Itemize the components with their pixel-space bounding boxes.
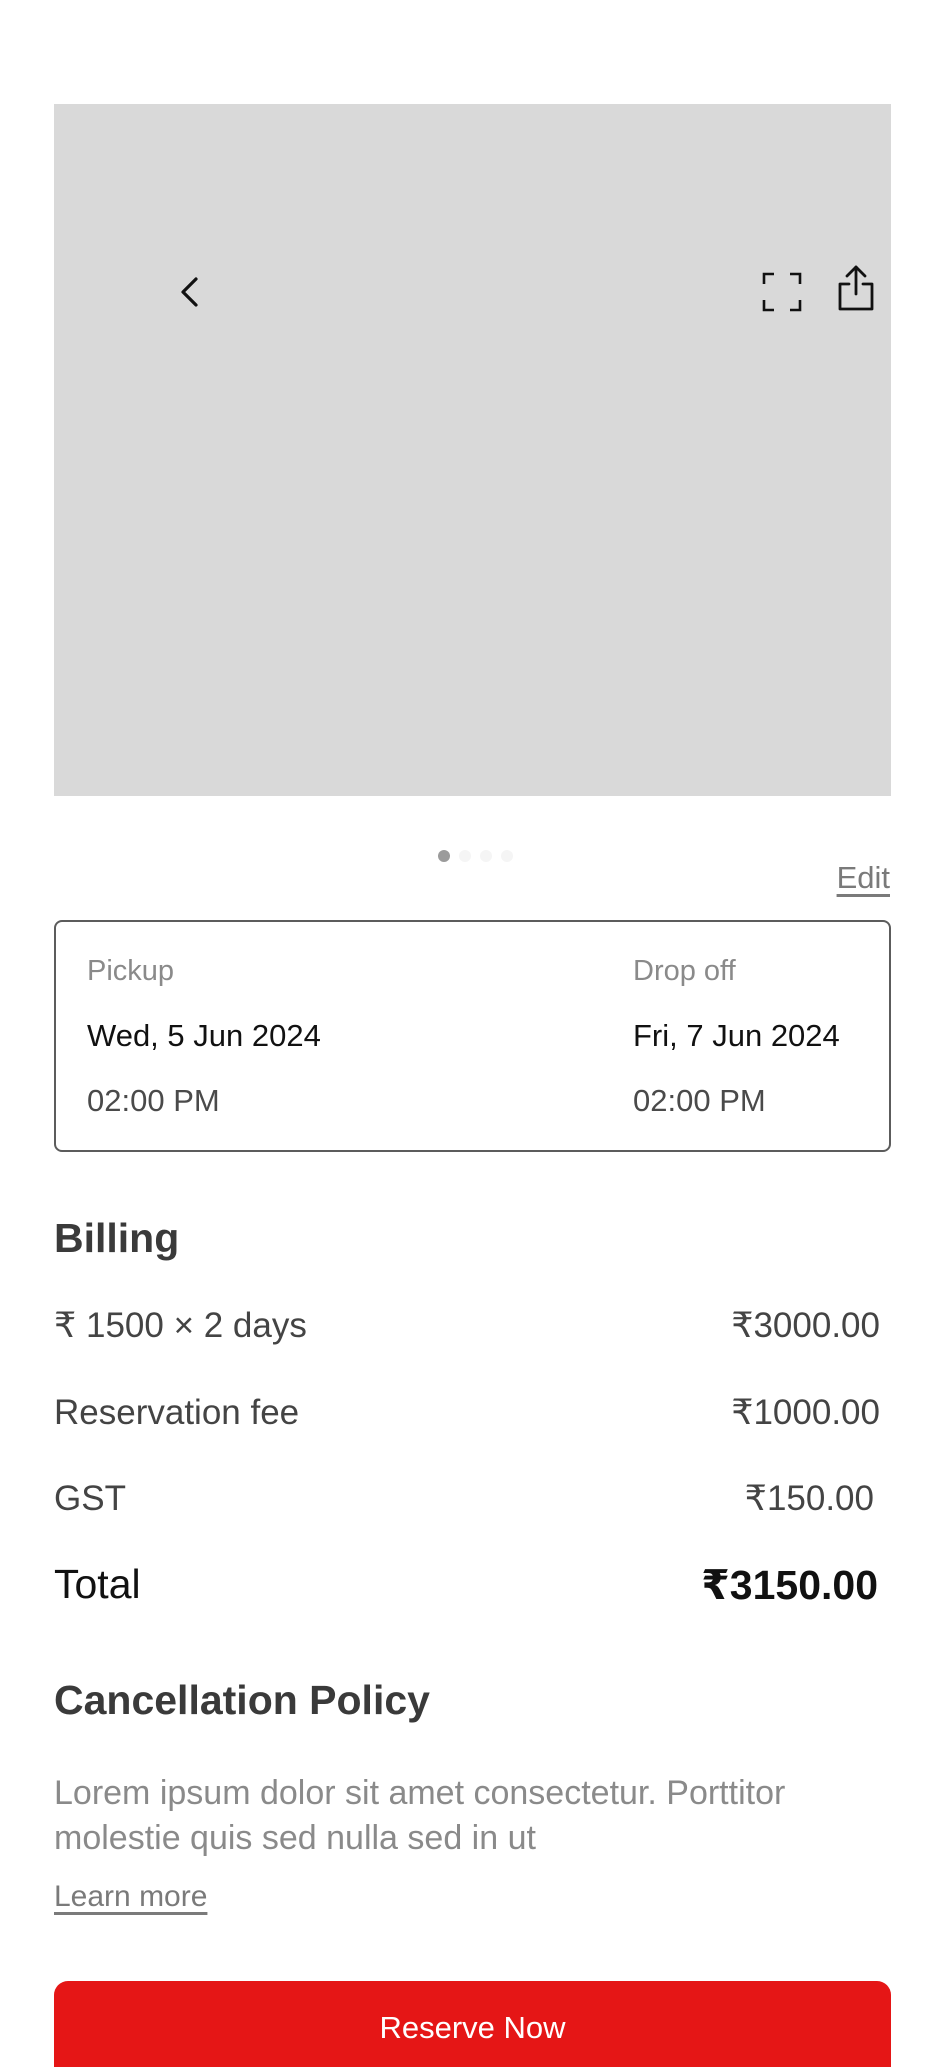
bill-row-amount: ₹3000.00 [731, 1306, 880, 1345]
dropoff-label: Drop off [633, 955, 736, 987]
pickup-time: 02:00 PM [87, 1083, 220, 1118]
cancellation-policy-text: Lorem ipsum dolor sit amet consectetur. … [54, 1774, 786, 1857]
trip-details-card: Pickup Wed, 5 Jun 2024 02:00 PM Drop off… [54, 920, 891, 1152]
pickup-date: Wed, 5 Jun 2024 [87, 1018, 321, 1053]
fullscreen-button[interactable] [754, 264, 810, 320]
carousel-dot-active[interactable] [437, 850, 450, 862]
carousel-dot[interactable] [479, 850, 492, 862]
pickup-label: Pickup [87, 955, 175, 987]
dropoff-date: Fri, 7 Jun 2024 [633, 1018, 840, 1053]
share-button[interactable] [828, 260, 884, 316]
bill-row-rental: ₹ 1500 × 2 days ₹3000.00 [54, 1306, 880, 1346]
bill-row-amount: ₹1000.00 [731, 1393, 880, 1432]
bill-row-label: Reservation fee [54, 1393, 300, 1432]
edit-link[interactable]: Edit [837, 860, 890, 896]
bill-row-label: ₹ 1500 × 2 days [54, 1306, 307, 1345]
dropoff-time: 02:00 PM [633, 1083, 766, 1118]
vehicle-image-gallery[interactable] [54, 104, 891, 862]
reserve-now-button[interactable]: Reserve Now [54, 1981, 891, 2067]
learn-more-link[interactable]: Learn more [54, 1880, 207, 1914]
share-icon [838, 265, 874, 311]
booking-page: Edit Pickup Wed, 5 Jun 2024 02:00 PM Dro… [0, 0, 942, 2067]
carousel-dot[interactable] [500, 850, 513, 862]
total-label: Total [54, 1561, 141, 1607]
chevron-left-icon [181, 277, 198, 307]
bill-row-gst: GST ₹150.00 [54, 1479, 880, 1519]
cancellation-policy-title: Cancellation Policy [54, 1677, 430, 1723]
fullscreen-icon [762, 272, 802, 312]
billing-title: Billing [54, 1215, 180, 1261]
back-button[interactable] [162, 264, 218, 320]
bill-row-label: GST [54, 1479, 126, 1518]
bill-row-reservation-fee: Reservation fee ₹1000.00 [54, 1393, 880, 1433]
bill-row-amount: ₹150.00 [744, 1479, 874, 1518]
total-amount: ₹3150.00 [701, 1562, 878, 1608]
bill-total-row: Total ₹3150.00 [54, 1561, 878, 1609]
carousel-dot[interactable] [458, 850, 471, 862]
carousel-indicator [54, 850, 891, 862]
